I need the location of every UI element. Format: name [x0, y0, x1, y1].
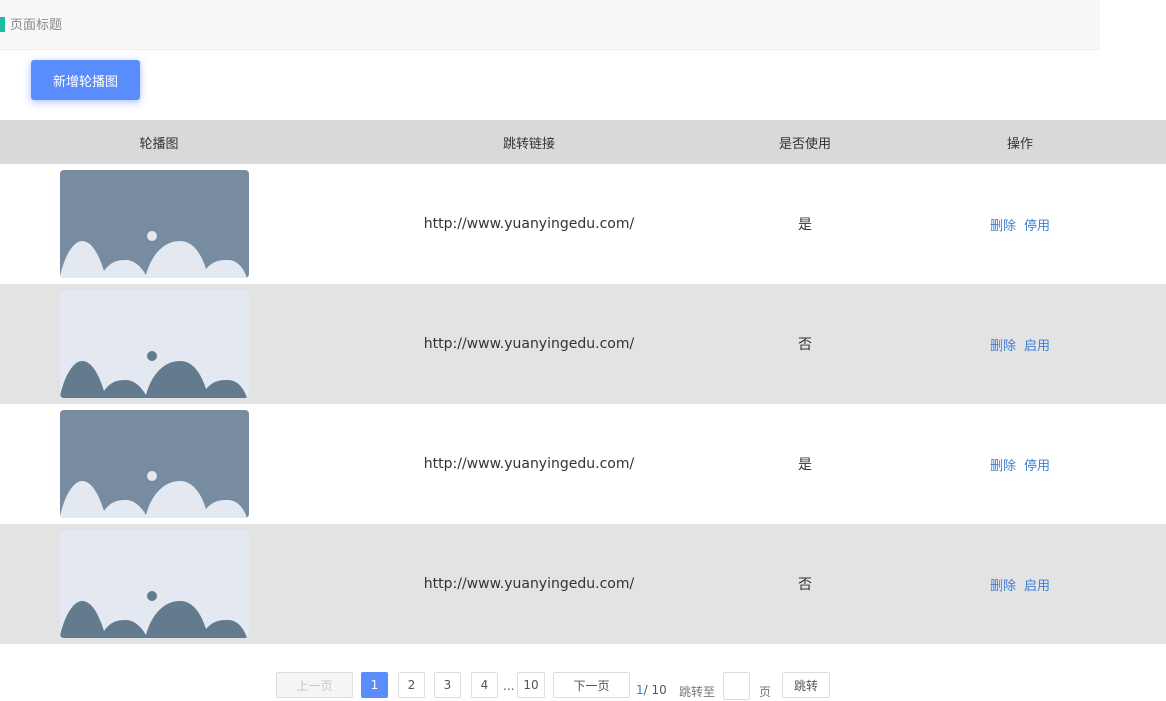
image-placeholder-icon [60, 530, 249, 638]
enabled-cell: 否 [798, 577, 812, 593]
delete-link[interactable]: 删除 [990, 575, 1016, 594]
link-cell: http://www.yuanyingedu.com/ [423, 216, 635, 232]
link-cell: http://www.yuanyingedu.com/ [423, 576, 635, 592]
link-cell: http://www.yuanyingedu.com/ [423, 336, 635, 352]
page-button-2[interactable]: 2 [398, 672, 425, 698]
column-header-image: 轮播图 [139, 136, 179, 152]
total-pages: / 10 [643, 683, 667, 697]
toggle-link[interactable]: 停用 [1024, 215, 1050, 234]
column-header-actions: 操作 [1006, 136, 1033, 152]
column-header-link: 跳转链接 [502, 136, 555, 152]
page-header: 页面标题 [0, 0, 1100, 50]
actions-cell: 删除 停用 [920, 404, 1120, 524]
page-button-4[interactable]: 4 [471, 672, 498, 698]
toggle-link[interactable]: 启用 [1024, 575, 1050, 594]
next-page-button[interactable]: 下一页 [553, 672, 630, 698]
image-placeholder-icon [60, 170, 249, 278]
title-marker [0, 17, 5, 32]
enabled-cell: 是 [798, 457, 812, 473]
delete-link[interactable]: 删除 [990, 455, 1016, 474]
page-unit-label: 页 [759, 685, 772, 699]
link-cell: http://www.yuanyingedu.com/ [423, 456, 635, 472]
toggle-link[interactable]: 启用 [1024, 335, 1050, 354]
page-indicator: 1/ 10 [636, 683, 667, 697]
pagination: 上一页 1 2 3 4 ... 10 下一页 1/ 10 跳转至 页 跳转 [0, 671, 1166, 701]
toggle-link[interactable]: 停用 [1024, 455, 1050, 474]
jump-page-input[interactable] [723, 672, 750, 700]
page-title: 页面标题 [10, 18, 63, 33]
prev-page-button[interactable]: 上一页 [276, 672, 353, 698]
table-header: 轮播图 跳转链接 是否使用 操作 [0, 120, 1166, 164]
table-row: http://www.yuanyingedu.com/ 是 删除 停用 [0, 164, 1166, 284]
enabled-cell: 否 [798, 337, 812, 353]
actions-cell: 删除 启用 [920, 524, 1120, 644]
table-row: http://www.yuanyingedu.com/ 否 删除 启用 [0, 284, 1166, 404]
current-page: 1 [636, 683, 644, 697]
jump-button[interactable]: 跳转 [782, 672, 830, 698]
table-row: http://www.yuanyingedu.com/ 否 删除 启用 [0, 524, 1166, 644]
page-button-last[interactable]: 10 [517, 672, 545, 698]
add-carousel-button[interactable]: 新增轮播图 [31, 60, 140, 100]
table-row: http://www.yuanyingedu.com/ 是 删除 停用 [0, 404, 1166, 524]
jump-label: 跳转至 [679, 685, 716, 699]
carousel-table: 轮播图 跳转链接 是否使用 操作 http://www.yuanyingedu.… [0, 120, 1166, 644]
delete-link[interactable]: 删除 [990, 215, 1016, 234]
page-button-3[interactable]: 3 [434, 672, 461, 698]
actions-cell: 删除 停用 [920, 164, 1120, 284]
column-header-enabled: 是否使用 [778, 136, 831, 152]
pagination-ellipsis: ... [503, 679, 515, 693]
delete-link[interactable]: 删除 [990, 335, 1016, 354]
page-button-1[interactable]: 1 [361, 672, 388, 698]
enabled-cell: 是 [798, 217, 812, 233]
image-placeholder-icon [60, 410, 249, 518]
actions-cell: 删除 启用 [920, 284, 1120, 404]
image-placeholder-icon [60, 290, 249, 398]
